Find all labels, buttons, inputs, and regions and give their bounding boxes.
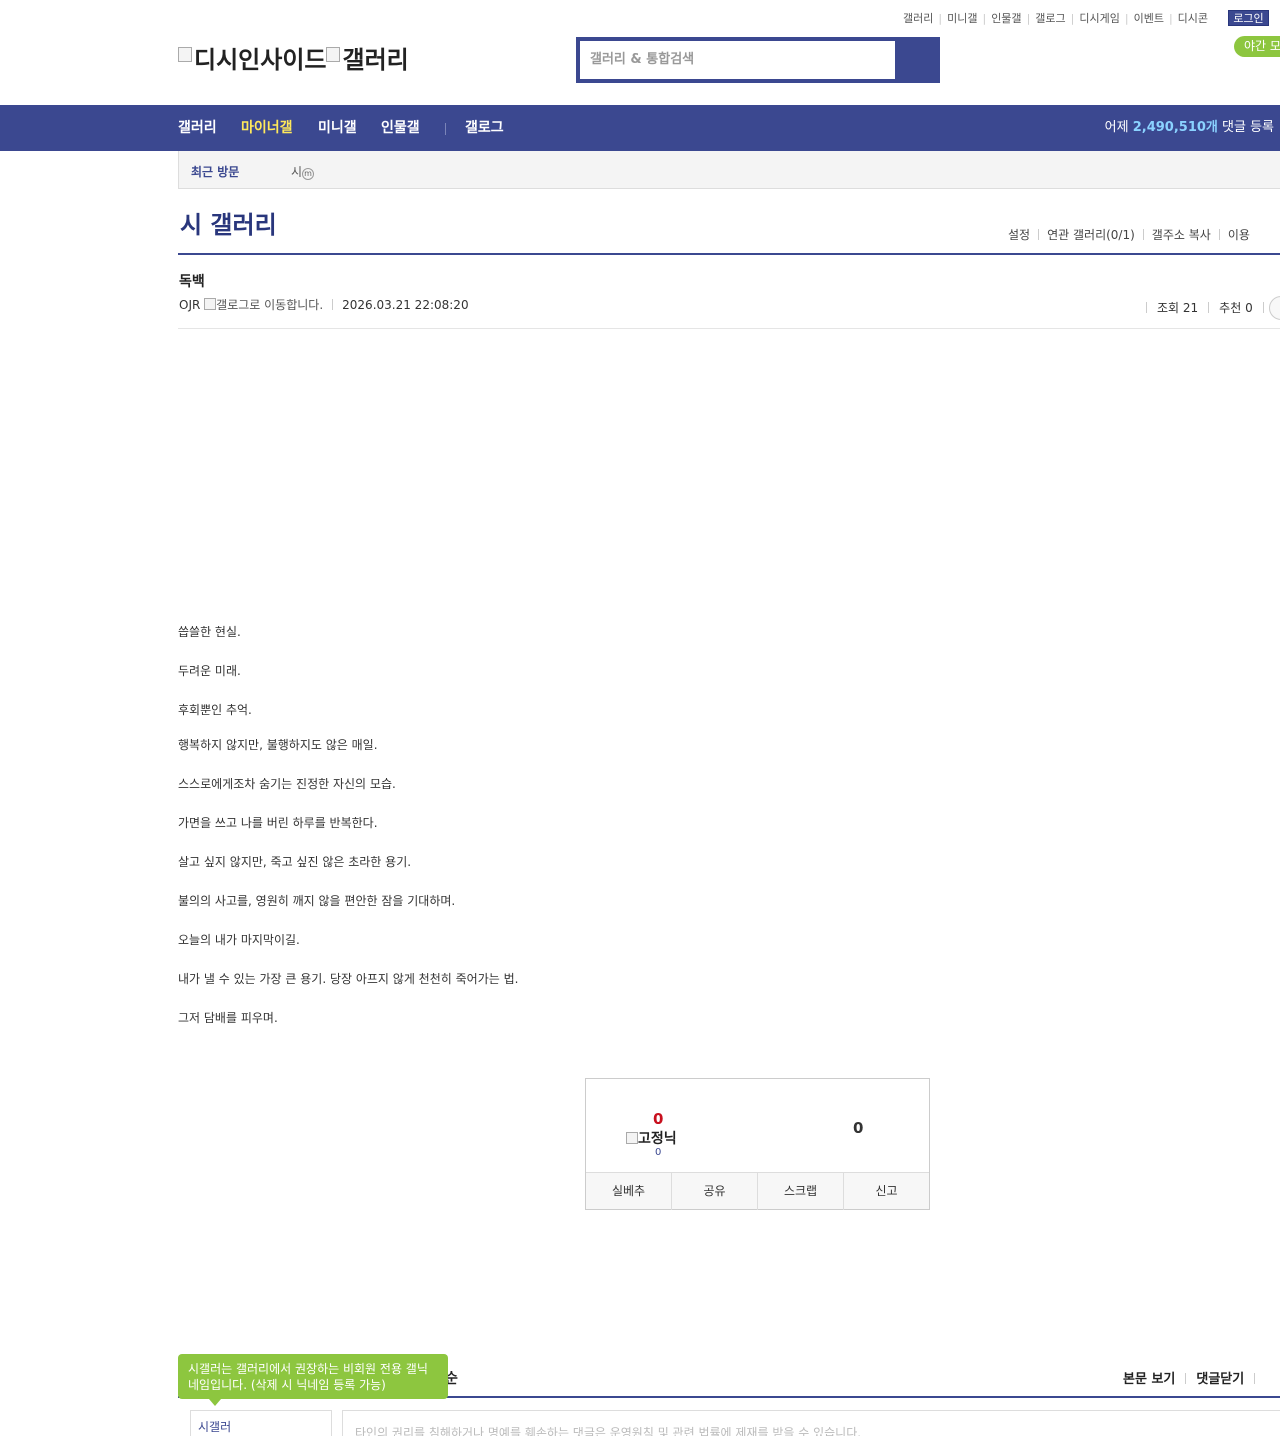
post-recommends: 추천 0 (1219, 301, 1253, 315)
usage-link[interactable]: 이용 (1228, 228, 1250, 242)
top-utility-nav: 갤러리 | 미니갤 | 인물갤 | 갤로그 | 디시게임 | 이벤트 | 디시콘 (903, 10, 1208, 26)
nav-mini-gallery[interactable]: 미니갤 (318, 105, 357, 151)
gallery-title[interactable]: 시 갤러리 (180, 205, 277, 240)
topnav-gallog[interactable]: 갤로그 (1035, 12, 1065, 25)
recent-visit-item[interactable]: 시m (291, 163, 315, 180)
body-line: 스스로에게조차 숨기는 진정한 자신의 모습. (178, 777, 396, 791)
comment-nick-field[interactable]: 시갤러 (190, 1410, 332, 1436)
body-line: 오늘의 내가 마지막이길. (178, 933, 300, 947)
close-comments-link[interactable]: 댓글닫기 (1196, 1372, 1244, 1387)
body-line: 씁쓸한 현실. (178, 625, 241, 639)
topnav-minigal[interactable]: 미니갤 (947, 12, 977, 25)
login-button[interactable]: 로그인 (1228, 10, 1269, 26)
logo-gallery-text: 갤러리 (342, 46, 409, 74)
post-header-divider (178, 328, 1280, 329)
minor-gallery-icon: m (302, 168, 315, 180)
post-views: 조회 21 (1157, 301, 1199, 315)
body-line: 행복하지 않지만, 불행하지도 않은 매일. (178, 738, 378, 752)
logo-site-text: 디시인사이드 (194, 46, 327, 74)
comment-stat: 어제 2,490,510개 댓글 등록 (1105, 105, 1274, 151)
search-box: 갤러리 & 통합검색 (576, 37, 940, 83)
broken-image-icon (204, 298, 217, 310)
body-line: 두려운 미래. (178, 664, 241, 678)
stat-prefix: 어제 (1104, 120, 1129, 135)
nav-gallog[interactable]: 갤로그 (465, 105, 504, 151)
search-input[interactable]: 갤러리 & 통합검색 (580, 41, 895, 79)
recommend-box: 0 고정닉 0 0 실베추 공유 스크랩 신고 (585, 1078, 930, 1210)
topnav-person-gal[interactable]: 인물갤 (991, 12, 1021, 25)
site-logo[interactable]: 디시인사이드 갤러리 (178, 40, 409, 75)
body-line: 살고 싶지 않지만, 죽고 싶진 않은 초라한 용기. (178, 855, 412, 869)
post-author[interactable]: OJR (179, 298, 200, 312)
upvote-count[interactable]: 0 (653, 1110, 663, 1128)
nav-gallery[interactable]: 갤러리 (178, 105, 217, 151)
body-line: 가면을 쓰고 나를 버린 하루를 반복한다. (178, 816, 378, 830)
body-line: 후회뿐인 추억. (178, 703, 252, 717)
report-button[interactable]: 신고 (844, 1173, 929, 1210)
view-body-link[interactable]: 본문 보기 (1123, 1372, 1175, 1387)
recent-item-label: 시 (291, 165, 303, 179)
divider: | (938, 12, 943, 25)
topnav-dcgame[interactable]: 디시게임 (1079, 12, 1119, 25)
downvote-count[interactable]: 0 (853, 1119, 863, 1137)
divider (1254, 1373, 1256, 1384)
gallog-icon[interactable]: 갤로그로 이동합니다. (204, 298, 323, 312)
search-button[interactable] (896, 41, 936, 79)
nav-person-gallery[interactable]: 인물갤 (381, 105, 420, 151)
broken-image-icon (326, 47, 341, 62)
nickname-tooltip: 시갤러는 갤러리에서 권장하는 비회원 전용 갤닉네임입니다. (삭제 시 닉네… (178, 1354, 448, 1399)
recommend-actions: 실베추 공유 스크랩 신고 (586, 1172, 929, 1210)
divider: | (1026, 12, 1031, 25)
gallery-menu: 설정 연관 갤러리(0/1) 갤주소 복사 이용 (1008, 226, 1250, 243)
comment-links: 본문 보기 댓글닫기 (1123, 1368, 1265, 1387)
topnav-gallery[interactable]: 갤러리 (903, 12, 933, 25)
scrap-button[interactable]: 스크랩 (758, 1173, 844, 1210)
share-button[interactable]: 공유 (672, 1173, 758, 1210)
divider (1262, 302, 1264, 313)
body-line: 그저 담배를 피우며. (178, 1011, 278, 1025)
fixed-nick-count: 0 (655, 1147, 662, 1158)
divider (1146, 302, 1147, 313)
divider: | (1070, 12, 1075, 25)
divider: | (1168, 12, 1173, 25)
post-meta: OJR 갤로그로 이동합니다. 2026.03.21 22:08:20 (179, 296, 469, 313)
related-gallery-link[interactable]: 연관 갤러리(0/1) (1047, 228, 1135, 242)
post-stats: 조회 21 추천 0 (1136, 299, 1274, 316)
gallog-alt-text: 갤로그로 이동합니다. (216, 298, 324, 312)
divider (1208, 302, 1210, 313)
divider (1038, 229, 1040, 240)
broken-image-icon (626, 1132, 638, 1144)
post-title: 독백 (179, 274, 205, 290)
stat-count: 2,490,510개 (1132, 120, 1218, 135)
post-options-icon[interactable] (1269, 296, 1280, 320)
fixed-nick-upvote: 고정닉 (626, 1128, 677, 1148)
topnav-event[interactable]: 이벤트 (1134, 12, 1164, 25)
divider (1142, 229, 1144, 240)
gallery-title-divider (178, 253, 1280, 255)
comment-input[interactable]: 타인의 권리를 침해하거나 명예를 훼손하는 댓글은 운영원칙 및 관련 법률에… (342, 1410, 1280, 1436)
divider (332, 299, 334, 310)
divider (1185, 1373, 1187, 1384)
fixed-nick-label: 고정닉 (638, 1131, 677, 1147)
night-mode-toggle[interactable]: 야간 모 (1234, 36, 1280, 57)
tooltip-arrow (209, 1399, 221, 1406)
broken-image-icon (178, 47, 192, 62)
body-line: 내가 낼 수 있는 가장 큰 용기. 당장 아프지 않게 천천히 죽어가는 법. (178, 972, 519, 986)
body-line: 불의의 사고를, 영원히 깨지 않을 편안한 잠을 기대하며. (178, 894, 456, 908)
post-date: 2026.03.21 22:08:20 (342, 298, 469, 312)
divider: | (982, 12, 987, 25)
recent-visit-label: 최근 방문 (191, 165, 240, 179)
recent-visit-bar: 최근 방문 시m (178, 151, 1280, 189)
stat-suffix: 댓글 등록 (1222, 120, 1274, 135)
nav-minor-gallery[interactable]: 마이너갤 (241, 105, 293, 151)
topnav-dccon[interactable]: 디시콘 (1178, 12, 1208, 25)
divider (1218, 229, 1220, 240)
nav-divider (445, 123, 446, 135)
best-recommend-button[interactable]: 실베추 (586, 1173, 672, 1210)
divider: | (1124, 12, 1129, 25)
main-nav-bar: 갤러리 마이너갤 미니갤 인물갤 갤로그 어제 2,490,510개 댓글 등록 (0, 105, 1280, 151)
gallery-settings-link[interactable]: 설정 (1008, 228, 1030, 242)
copy-gallery-address-link[interactable]: 갤주소 복사 (1152, 228, 1211, 242)
